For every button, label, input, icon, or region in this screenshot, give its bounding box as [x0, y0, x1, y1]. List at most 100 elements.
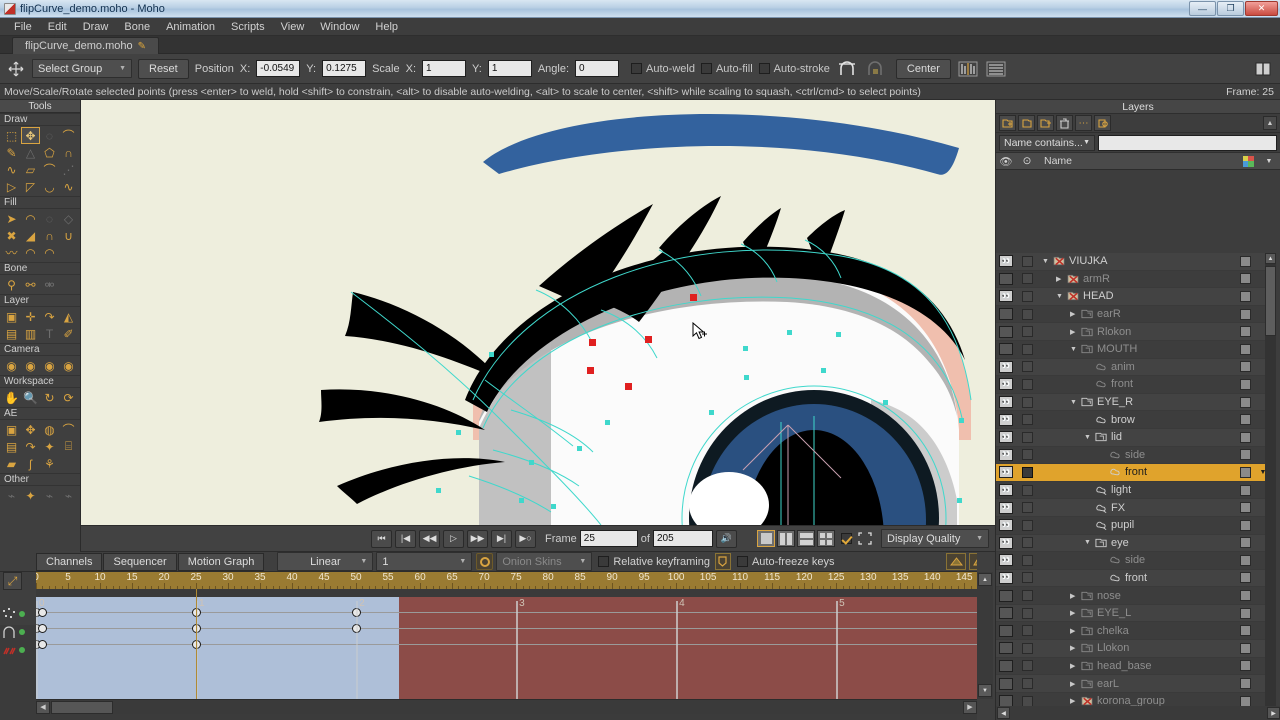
layer-visibility-toggle[interactable]: [996, 642, 1016, 655]
layer-color-swatch[interactable]: [1234, 695, 1256, 707]
chevron-right-icon[interactable]: ▶: [1070, 627, 1078, 635]
layer-color-swatch[interactable]: [1234, 642, 1256, 654]
layer-row-front[interactable]: front: [996, 569, 1270, 588]
layer-name-cell[interactable]: ▶ nose: [1038, 590, 1234, 602]
layer-visibility-toggle[interactable]: [996, 396, 1016, 409]
layer-visibility-toggle[interactable]: [996, 624, 1016, 637]
menu-item-animation[interactable]: Animation: [158, 19, 223, 35]
onion-skin-toggle-icon[interactable]: [476, 553, 494, 570]
chevron-down-icon[interactable]: ▼: [1056, 293, 1064, 300]
layer-name-cell[interactable]: front: [1038, 572, 1234, 584]
tool-fill-6[interactable]: ◢: [21, 227, 40, 244]
eye-icon[interactable]: [999, 360, 1013, 373]
eye-icon[interactable]: [999, 325, 1013, 338]
layer-row-head[interactable]: ▼ HEAD: [996, 288, 1270, 306]
color-box-icon[interactable]: [1239, 660, 1251, 672]
frame-input[interactable]: [579, 530, 638, 547]
tab-motion-graph[interactable]: Motion Graph: [177, 552, 265, 571]
tool-other-3[interactable]: ⌁: [40, 487, 59, 504]
eye-icon[interactable]: [999, 466, 1013, 479]
tool-other-1[interactable]: ⌁: [2, 487, 21, 504]
layers-panel-collapse-button[interactable]: ▲: [1263, 116, 1277, 130]
layer-lock-toggle[interactable]: [1016, 572, 1038, 584]
menu-item-bone[interactable]: Bone: [116, 19, 158, 35]
flip-horizontal-icon[interactable]: [957, 58, 979, 80]
color-box-icon[interactable]: [1239, 466, 1251, 478]
visibility-toggle-checkbox[interactable]: [841, 533, 852, 544]
timeline-playhead[interactable]: [196, 589, 198, 699]
tool-layer-6[interactable]: ▥: [21, 325, 40, 342]
layer-visibility-toggle[interactable]: [996, 571, 1016, 584]
layer-name-cell[interactable]: side: [1038, 554, 1234, 566]
arch-lock-icon[interactable]: [864, 58, 886, 80]
layer-lock-toggle[interactable]: [1016, 308, 1038, 320]
layer-visibility-toggle[interactable]: [996, 255, 1016, 268]
menu-item-help[interactable]: Help: [367, 19, 406, 35]
chevron-right-icon[interactable]: ▶: [1070, 310, 1078, 318]
eye-icon[interactable]: [999, 519, 1013, 532]
layer-color-swatch[interactable]: [1234, 449, 1256, 461]
tool-ae-3[interactable]: ◍: [40, 421, 59, 438]
layer-color-swatch[interactable]: [1234, 290, 1256, 302]
layer-name-cell[interactable]: brow: [1038, 414, 1234, 426]
color-box-icon[interactable]: [1239, 678, 1251, 690]
new-layer-icon[interactable]: [999, 115, 1016, 131]
layer-visibility-toggle[interactable]: [996, 431, 1016, 444]
tool-layer-5[interactable]: ▤: [2, 325, 21, 342]
go-to-end-button[interactable]: ▶○: [515, 529, 536, 548]
layers-scroll-up-button[interactable]: ▲: [1265, 253, 1276, 264]
timeline-keyframe[interactable]: [37, 608, 47, 617]
tool-camera-4[interactable]: ◉: [59, 357, 78, 374]
layer-visibility-toggle[interactable]: [996, 343, 1016, 356]
timeline-channels-area[interactable]: 0 1 2 3 4 5: [36, 589, 977, 699]
interpolation-dropdown[interactable]: Linear ▼: [277, 552, 374, 571]
layer-color-swatch[interactable]: [1234, 519, 1256, 531]
view-quad-button[interactable]: [817, 530, 835, 547]
menu-item-scripts[interactable]: Scripts: [223, 19, 273, 35]
layer-name-cell[interactable]: ▼ MOUTH: [1038, 343, 1234, 355]
auto-freeze-keys-wrap[interactable]: Auto-freeze keys: [736, 556, 835, 568]
layer-lock-toggle[interactable]: [1016, 625, 1038, 637]
layer-visibility-toggle[interactable]: [996, 272, 1016, 285]
layers-scroll-left-button[interactable]: ◀: [997, 707, 1010, 719]
layer-name-cell[interactable]: ▶ earL: [1038, 678, 1234, 690]
auto-freeze-keys-checkbox[interactable]: [736, 556, 748, 567]
layer-lock-toggle[interactable]: [1016, 290, 1038, 302]
eye-icon[interactable]: [999, 413, 1013, 426]
layer-name-cell[interactable]: ▶ armR: [1038, 273, 1234, 285]
eye-icon[interactable]: [999, 607, 1013, 620]
eye-icon[interactable]: [999, 589, 1013, 602]
layer-visibility-toggle[interactable]: [996, 589, 1016, 602]
crop-frame-icon[interactable]: [854, 528, 876, 550]
lock-icon[interactable]: [1021, 396, 1033, 408]
layer-visibility-toggle[interactable]: [996, 554, 1016, 567]
arch-shape-icon[interactable]: [836, 58, 858, 80]
color-box-icon[interactable]: [1239, 273, 1251, 285]
layer-row-side[interactable]: side: [996, 552, 1270, 570]
eye-icon[interactable]: [999, 308, 1013, 321]
layer-row-viujka[interactable]: ▼ VIUJKA: [996, 253, 1270, 271]
lock-icon[interactable]: [1021, 590, 1033, 602]
layer-name-cell[interactable]: ▼ VIUJKA: [1038, 255, 1234, 267]
layer-row-rlokon[interactable]: ▶ Rlokon: [996, 323, 1270, 341]
chevron-right-icon[interactable]: ▶: [1070, 328, 1078, 336]
layer-color-swatch[interactable]: [1234, 361, 1256, 373]
eye-icon[interactable]: [999, 378, 1013, 391]
auto-fill-checkbox-wrap[interactable]: Auto-fill: [700, 63, 753, 75]
layer-row-eye[interactable]: ▼ eye: [996, 534, 1270, 553]
view-two-columns-button[interactable]: [777, 530, 795, 547]
layer-name-cell[interactable]: FX: [1038, 502, 1234, 514]
angle-input[interactable]: [575, 60, 620, 77]
layer-visibility-toggle[interactable]: [996, 413, 1016, 426]
lock-icon[interactable]: [1021, 378, 1033, 390]
auto-fill-checkbox[interactable]: [700, 63, 712, 74]
layer-visibility-toggle[interactable]: [996, 378, 1016, 391]
timeline-scroll-left-button[interactable]: ◀: [36, 700, 50, 714]
document-tab[interactable]: flipCurve_demo.moho ✎: [12, 37, 160, 54]
layer-name-cell[interactable]: anim: [1038, 361, 1234, 373]
lock-icon[interactable]: [1021, 361, 1033, 373]
lock-icon[interactable]: [1021, 414, 1033, 426]
timeline-marker[interactable]: [36, 601, 38, 699]
timeline-fit-button[interactable]: ⤢: [3, 572, 22, 590]
close-button[interactable]: ✕: [1245, 1, 1278, 16]
